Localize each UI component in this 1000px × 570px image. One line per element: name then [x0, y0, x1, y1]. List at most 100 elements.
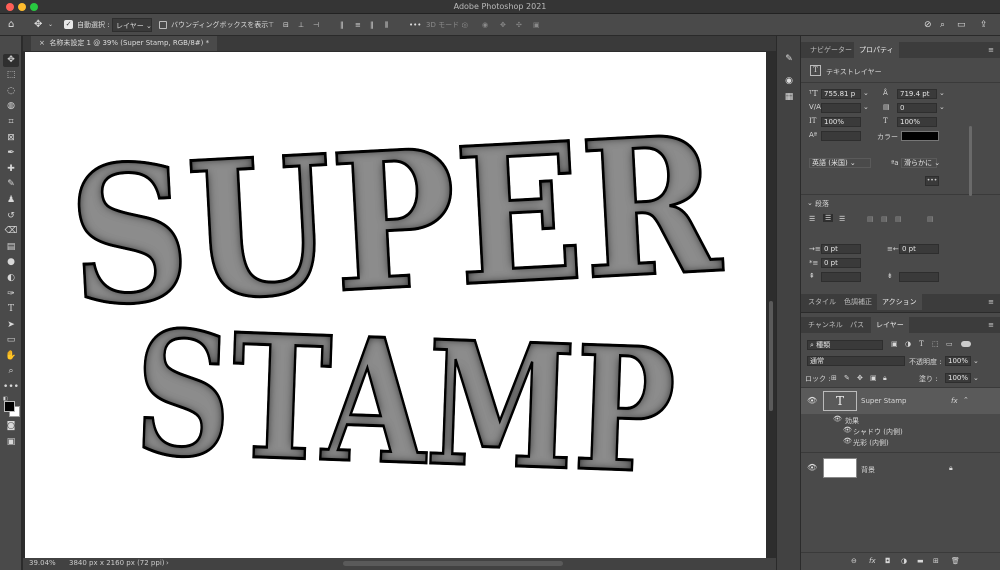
justify-last-center-icon[interactable]: ▤ [881, 215, 888, 223]
help-icon[interactable]: ⊘ [924, 18, 932, 32]
quick-mask-icon[interactable]: ◙ [3, 420, 19, 433]
filter-shape-icon[interactable]: ⬚ [932, 340, 939, 348]
baseline-shift-field[interactable] [821, 131, 861, 141]
tab-layers[interactable]: レイヤー [871, 317, 909, 333]
lock-position-icon[interactable]: ✥ [857, 374, 863, 382]
align-left-text-icon[interactable]: ☰ [809, 215, 815, 223]
align-center-text-icon[interactable]: ☰ [823, 214, 834, 222]
home-icon[interactable]: ⌂ [8, 18, 14, 32]
space-after-field[interactable] [899, 272, 939, 282]
lock-artboard-icon[interactable]: ▣ [870, 374, 877, 382]
fill-field[interactable]: 100% [945, 373, 971, 383]
align-bottom-icon[interactable]: ⊥ [298, 18, 304, 32]
kerning-field[interactable] [821, 103, 861, 113]
lock-image-icon[interactable]: ✎ [844, 374, 850, 382]
move-tool-icon[interactable]: ✥ [34, 18, 42, 32]
canvas[interactable]: SUPER STAMP [25, 52, 766, 558]
color-swatch[interactable] [901, 131, 939, 141]
chevron-down-icon[interactable]: ⌄ [939, 89, 945, 97]
chevron-down-icon[interactable]: ⌄ [939, 103, 945, 111]
3d-roll-icon[interactable]: ◉ [482, 18, 488, 32]
visibility-eye-icon[interactable]: 👁︎ [843, 426, 852, 434]
color-icon[interactable]: ◉ [782, 76, 796, 89]
more-options-button[interactable]: ••• [925, 176, 939, 186]
edit-toolbar-icon[interactable]: ••• [3, 381, 19, 394]
filter-pixel-icon[interactable]: ▣ [891, 340, 898, 348]
layer-name[interactable]: 背景 [861, 465, 875, 475]
brush-settings-icon[interactable]: ✎ [782, 54, 796, 67]
tab-navigator[interactable]: ナビゲーター [805, 42, 857, 58]
3d-slide-icon[interactable]: ✣ [516, 18, 522, 32]
tab-channels[interactable]: チャンネル [803, 317, 848, 333]
share-icon[interactable]: ⇪ [980, 18, 988, 32]
close-tab-icon[interactable]: × [39, 39, 45, 47]
blend-mode-dropdown[interactable]: 通常 [807, 356, 905, 366]
font-size-field[interactable]: 755.81 p [821, 89, 861, 99]
layer-name[interactable]: Super Stamp [861, 397, 906, 405]
3d-orbit-icon[interactable]: ◎ [462, 18, 468, 32]
filter-toggle[interactable] [961, 341, 971, 347]
visibility-eye-icon[interactable]: 👁︎ [807, 463, 817, 472]
document-tab[interactable]: × 名称未設定 1 @ 39% (Super Stamp, RGB/8#) * [31, 36, 218, 51]
delete-layer-icon[interactable]: 🗑︎ [951, 557, 960, 565]
distribute-hcenter-icon[interactable]: ⫼ [385, 18, 388, 32]
align-left-icon[interactable]: ⊣ [313, 18, 319, 32]
distribute-vcenter-icon[interactable]: ≡ [355, 18, 361, 32]
healing-brush-tool-icon[interactable]: ✚ [3, 163, 19, 176]
history-brush-tool-icon[interactable]: ↺ [3, 210, 19, 223]
tab-properties[interactable]: プロパティ [854, 42, 899, 58]
blur-tool-icon[interactable]: ● [3, 256, 19, 269]
zoom-tool-icon[interactable]: ⌕ [3, 365, 19, 378]
collapse-effects-icon[interactable]: ⌃ [963, 396, 969, 404]
frame-tool-icon[interactable]: ⊠ [3, 132, 19, 145]
opacity-field[interactable]: 100% [945, 356, 971, 366]
gradient-tool-icon[interactable]: ▤ [3, 241, 19, 254]
align-top-icon[interactable]: ⊤ [268, 18, 274, 32]
align-right-text-icon[interactable]: ☰ [839, 215, 845, 223]
dodge-tool-icon[interactable]: ◐ [3, 272, 19, 285]
bbox-checkbox[interactable] [159, 21, 167, 29]
libraries-icon[interactable]: ▦ [782, 92, 796, 105]
layer-row-super-stamp[interactable]: 👁︎ T Super Stamp fx ⌃ [801, 388, 1000, 414]
fx-badge[interactable]: fx [951, 397, 958, 405]
more-options-icon[interactable]: ••• [409, 18, 421, 32]
filter-smart-object-icon[interactable]: ▭ [946, 340, 953, 348]
effects-row[interactable]: 👁︎ 効果 [801, 414, 1000, 425]
indent-first-field[interactable]: 0 pt [821, 258, 861, 268]
tab-paths[interactable]: パス [845, 317, 869, 333]
leading-field[interactable]: 719.4 pt [897, 89, 937, 99]
language-dropdown[interactable]: 英語 (米国) ⌄ [809, 158, 871, 168]
properties-scrollbar[interactable] [969, 126, 972, 196]
justify-last-left-icon[interactable]: ▤ [867, 215, 874, 223]
panel-menu-icon[interactable]: ≡ [988, 298, 994, 306]
3d-pan-icon[interactable]: ✥ [500, 18, 506, 32]
hand-tool-icon[interactable]: ✋ [3, 350, 19, 363]
lock-transparent-icon[interactable]: ⊞ [831, 374, 837, 382]
effect-row-inner-glow[interactable]: 👁︎ 光彩 (内側) [801, 436, 1000, 447]
indent-right-field[interactable]: 0 pt [899, 244, 939, 254]
eraser-tool-icon[interactable]: ⌫ [3, 225, 19, 238]
tab-styles[interactable]: スタイル [803, 294, 841, 310]
tab-actions[interactable]: アクション [877, 294, 922, 310]
chevron-down-icon[interactable]: ⌄ [863, 103, 869, 111]
foreground-color-swatch-top[interactable] [4, 401, 15, 412]
visibility-eye-icon[interactable]: 👁︎ [807, 396, 817, 405]
visibility-eye-icon[interactable]: 👁︎ [843, 437, 852, 445]
add-style-icon[interactable]: fx [869, 557, 876, 565]
align-middle-icon[interactable]: ⊟ [283, 18, 289, 32]
distribute-bottom-icon[interactable]: ‖ [370, 18, 374, 32]
distribute-top-icon[interactable]: ‖ [340, 18, 344, 32]
chevron-down-icon[interactable]: ⌄ [863, 89, 869, 97]
scroll-thumb[interactable] [769, 301, 773, 411]
chevron-down-icon[interactable]: ⌄ [973, 374, 979, 382]
tool-preset-chevron-icon[interactable]: ⌄ [48, 18, 53, 32]
new-adjustment-icon[interactable]: ◑ [901, 557, 907, 565]
tracking-field[interactable]: 0 [897, 103, 937, 113]
3d-scale-icon[interactable]: ▣ [533, 18, 540, 32]
clone-stamp-tool-icon[interactable]: ♟ [3, 194, 19, 207]
search-icon[interactable]: ⌕ [940, 18, 945, 32]
auto-select-checkbox[interactable]: ✓ [64, 20, 73, 29]
filter-type-icon[interactable]: T [919, 340, 924, 348]
path-select-tool-icon[interactable]: ➤ [3, 319, 19, 332]
move-tool-icon[interactable]: ✥ [3, 54, 19, 67]
